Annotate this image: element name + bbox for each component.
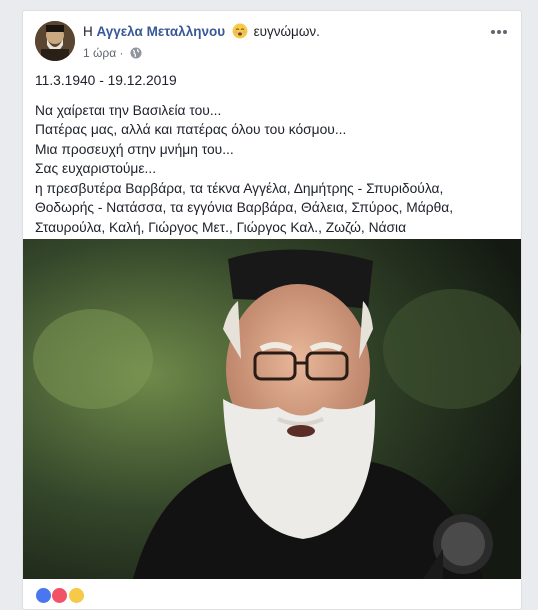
post-text-line: Θοδωρής - Νατάσσα, τα εγγόνια Βαρβάρα, Θ… (35, 200, 454, 215)
feeling-text: ευγνώμων. (253, 24, 320, 39)
love-reaction-icon (51, 587, 69, 604)
post-text-line: Πατέρας μας, αλλά και πατέρας όλου του κ… (35, 122, 347, 137)
reactions-summary[interactable] (35, 587, 85, 604)
post-header-line: Η Αγγελα Μεταλληνου ευγνώμων. (83, 23, 320, 41)
post-meta: 1 ώρα · (83, 45, 142, 61)
memorial-dates: 11.3.1940 - 19.12.2019 (35, 73, 177, 88)
post-text-line: Μια προσευχή στην μνήμη του... (35, 141, 234, 157)
author-name-link[interactable]: Αγγελα Μεταλληνου (97, 24, 226, 39)
post-header: Η Αγγελα Μεταλληνου ευγνώμων. 1 ώρα · (35, 21, 511, 69)
more-options-icon[interactable] (489, 25, 509, 37)
grateful-face-emoji-icon (232, 23, 248, 39)
post-text-line: Να χαίρεται την Βασιλεία του... (35, 102, 222, 118)
wow-reaction-icon (67, 587, 85, 604)
post-text-line: Σας ευχαριστούμε... (35, 161, 157, 176)
post-text-line: Σταυρούλα, Καλή, Γιώργος Μετ., Γιώργος Κ… (35, 219, 407, 235)
post-timestamp[interactable]: 1 ώρα (83, 46, 116, 60)
post-card: Η Αγγελα Μεταλληνου ευγνώμων. 1 ώρα · 11… (22, 10, 522, 610)
like-reaction-icon (35, 587, 52, 604)
author-avatar[interactable] (35, 21, 75, 61)
author-prefix: Η (83, 24, 93, 39)
post-photo[interactable] (23, 239, 521, 579)
post-text: 11.3.1940 - 19.12.2019 Να χαίρεται την Β… (35, 71, 511, 237)
globe-icon[interactable] (130, 47, 142, 59)
post-text-line: η πρεσβυτέρα Βαρβάρα, τα τέκνα Αγγέλα, Δ… (35, 180, 444, 196)
meta-separator: · (119, 46, 124, 60)
